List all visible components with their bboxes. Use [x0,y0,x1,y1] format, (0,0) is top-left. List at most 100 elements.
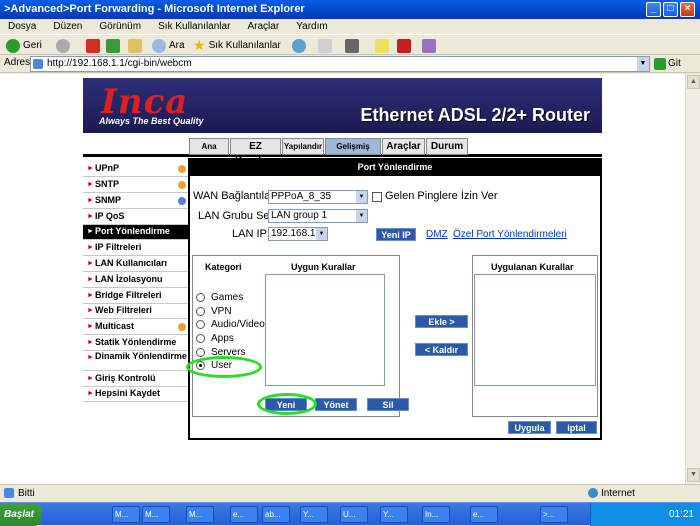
print-button[interactable] [345,37,359,54]
start-button[interactable]: Başlat [0,503,42,526]
stop-button[interactable] [86,37,100,54]
taskbar-item[interactable]: ab... [262,506,290,523]
sidebar-item-save-all[interactable]: ► Hepsini Kaydet [83,387,188,402]
window-title-bar: >Advanced>Port Forwarding - Microsoft In… [0,0,700,19]
taskbar-item[interactable]: Y... [380,506,408,523]
sidebar-item-static-routing[interactable]: ► Statik Yönlendirme [83,336,188,351]
scroll-down-icon[interactable]: ▼ [687,468,700,482]
address-input[interactable]: http://192.168.1.1/cgi-bin/webcm ▼ [30,56,650,72]
add-rule-button[interactable]: Ekle > [415,315,468,328]
taskbar-item[interactable]: M... [142,506,170,523]
dmz-link[interactable]: DMZ [426,229,448,240]
apply-button[interactable]: Uygula [508,421,551,434]
remove-rule-button[interactable]: < Kaldır [415,343,468,356]
tab-ez-setup[interactable]: EZ Kurulum [230,138,281,167]
taskbar-item[interactable]: e... [470,506,498,523]
arrow-icon: ► [87,276,94,283]
sidebar-item-dynamic-routing[interactable]: ► Dinamik Yönlendirme [83,352,188,371]
tab-status[interactable]: Durum [426,138,468,155]
sidebar-item-upnp[interactable]: ► UPnP [83,162,188,177]
address-value: http://192.168.1.1/cgi-bin/webcm [47,58,192,69]
available-rules-list[interactable] [265,274,385,386]
sidebar-item-access-control[interactable]: ► Giriş Kontrolü [83,372,188,387]
applied-rules-list[interactable] [474,274,596,386]
taskbar-item[interactable]: M... [112,506,140,523]
vertical-scrollbar[interactable]: ▲ ▼ [685,74,700,484]
arrow-icon: ► [87,323,94,330]
lock-icon [178,165,186,173]
sidebar-item-sntp[interactable]: ► SNTP [83,178,188,193]
messenger-button[interactable] [422,37,436,54]
arrow-icon: ► [87,390,94,397]
forward-button[interactable] [56,37,70,54]
stop-icon [86,38,100,53]
minimize-icon[interactable]: _ [646,2,661,17]
menu-file[interactable]: Dosya [8,21,36,32]
history-button[interactable] [292,37,306,54]
maximize-icon[interactable]: □ [663,2,678,17]
scroll-up-icon[interactable]: ▲ [687,75,700,89]
taskbar-item[interactable]: Y... [300,506,328,523]
sidebar-item-bridge-filters[interactable]: ► Bridge Filtreleri [83,289,188,304]
arrow-icon: ► [87,354,94,361]
sidebar-item-snmp[interactable]: ► SNMP [83,194,188,209]
custom-port-forwarding-link[interactable]: Özel Port Yönlendirmeleri [453,229,567,240]
edit-button[interactable] [375,37,389,54]
arrow-icon: ► [87,307,94,314]
tab-home[interactable]: Ana Sayfa [189,138,229,166]
category-label-games: Games [211,292,244,303]
refresh-button[interactable] [106,37,120,54]
chevron-down-icon[interactable]: ▼ [637,57,649,71]
cancel-button[interactable]: iptal [556,421,597,434]
yahoo-button[interactable] [397,37,411,54]
close-icon[interactable]: × [680,2,695,17]
radio-games[interactable] [196,293,205,302]
arrow-icon: ► [87,228,94,235]
tab-configure[interactable]: Yapılandır [282,138,324,155]
port-forwarding-panel: Port Yönlendirme WAN Bağlantıları: PPPoA… [188,158,602,440]
sidebar-item-ip-filters[interactable]: ► IP Filtreleri [83,241,188,256]
tab-tools[interactable]: Araçlar [382,138,425,155]
taskbar-item[interactable]: In... [422,506,450,523]
highlight-new-annotation [257,393,317,415]
radio-apps[interactable] [196,334,205,343]
new-ip-button[interactable]: Yeni IP [376,228,416,241]
taskbar-item[interactable]: M... [186,506,214,523]
taskbar-item[interactable]: U... [340,506,368,523]
back-button[interactable]: Geri [6,37,42,54]
favorites-button[interactable]: ★ Sık Kullanılanlar [193,37,281,54]
menu-help[interactable]: Yardım [296,21,328,32]
radio-servers[interactable] [196,348,205,357]
menu-edit[interactable]: Düzen [53,21,82,32]
menu-tools[interactable]: Araçlar [247,21,279,32]
wan-select[interactable]: PPPoA_8_35 ▼ [268,190,368,204]
sidebar-item-ip-qos[interactable]: ► IP QoS [83,210,188,225]
allow-ping-checkbox[interactable] [372,192,382,202]
lan-ip-select[interactable]: 192.168.1.2 ▼ [268,227,328,241]
taskbar-item[interactable]: >... [540,506,568,523]
delete-rule-button[interactable]: Sil [367,398,409,411]
arrow-icon: ► [87,213,94,220]
arrow-icon: ► [87,181,94,188]
history-icon [292,38,306,53]
radio-vpn[interactable] [196,307,205,316]
messenger-icon [422,38,436,53]
radio-audio-video[interactable] [196,320,205,329]
taskbar-item[interactable]: e... [230,506,258,523]
sidebar-item-web-filters[interactable]: ► Web Filtreleri [83,304,188,319]
go-button[interactable]: Git [654,56,681,72]
manage-rule-button[interactable]: Yönet [315,398,357,411]
mail-button[interactable] [318,37,332,54]
menu-favorites[interactable]: Sık Kullanılanlar [158,21,230,32]
status-bar: Bitti Internet [0,484,700,501]
sidebar-item-multicast[interactable]: ► Multicast [83,320,188,335]
lan-group-select[interactable]: LAN group 1 ▼ [268,209,368,223]
sidebar-item-lan-isolation[interactable]: ► LAN İzolasyonu [83,273,188,288]
menu-view[interactable]: Görünüm [99,21,141,32]
category-header: Kategori [205,262,242,272]
search-button[interactable]: Ara [152,37,185,54]
sidebar-item-port-forwarding[interactable]: ► Port Yönlendirme [83,225,188,240]
sidebar-item-lan-users[interactable]: ► LAN Kullanıcıları [83,257,188,272]
home-button[interactable] [128,37,142,54]
tab-advanced[interactable]: Gelişmiş [325,138,381,155]
